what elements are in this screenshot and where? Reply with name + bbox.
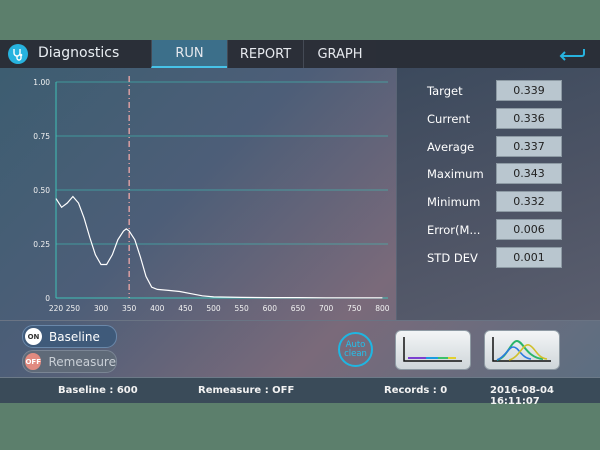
- stat-label-maximum: Maximum: [427, 167, 484, 181]
- stat-label-minimum: Minimum: [427, 195, 481, 209]
- x-tick-label: 650: [291, 304, 306, 313]
- stat-label-std-dev: STD DEV: [427, 251, 478, 265]
- status-baseline: Baseline : 600: [58, 385, 138, 396]
- stethoscope-icon: [8, 44, 28, 64]
- x-tick-label: 750: [347, 304, 362, 313]
- remeasure-toggle[interactable]: OFF Remeasure: [22, 350, 117, 373]
- y-tick-label: 1.00: [33, 78, 50, 87]
- spectrum-chart-svg: 1.00 0.75 0.50 0.25 0220 250 300 350 400 450 500 55…: [33, 76, 390, 313]
- x-tick-label: 220: [49, 304, 64, 313]
- status-remeasure: Remeasure : OFF: [198, 385, 295, 396]
- x-tick-label: 800: [375, 304, 390, 313]
- status-datetime: 2016-08-04 16:11:07: [490, 385, 554, 407]
- top-bar: Diagnostics RUN REPORT GRAPH: [0, 40, 600, 68]
- peak-thumb-icon: [492, 337, 551, 362]
- stat-value-minimum[interactable]: 0.332: [496, 191, 562, 212]
- x-tick-label: 700: [319, 304, 334, 313]
- status-bar: Baseline : 600 Remeasure : OFF Records :…: [0, 377, 600, 407]
- remeasure-toggle-label: Remeasure: [48, 354, 116, 369]
- x-tick-label: 550: [235, 304, 250, 313]
- stat-value-target[interactable]: 0.339: [496, 80, 562, 101]
- x-tick-label: 600: [263, 304, 278, 313]
- y-tick-label: 0.75: [33, 132, 50, 141]
- baseline-toggle-knob: ON: [25, 328, 42, 345]
- y-tick-label: 0.25: [33, 240, 50, 249]
- auto-clean-label-line2: clean: [344, 348, 367, 359]
- baseline-toggle[interactable]: ON Baseline: [22, 325, 117, 348]
- y-tick-label: 0: [45, 294, 50, 303]
- x-tick-label: 300: [94, 304, 109, 313]
- x-tick-label: 350: [122, 304, 137, 313]
- stat-label-error: Error(M...: [427, 223, 481, 237]
- x-tick-label: 400: [150, 304, 165, 313]
- x-tick-label: 250: [66, 304, 81, 313]
- y-tick-label: 0.50: [33, 186, 50, 195]
- tab-run[interactable]: RUN: [151, 40, 227, 68]
- control-bar: ON Baseline OFF Remeasure Auto clean: [0, 320, 600, 377]
- tab-run-label: RUN: [175, 45, 204, 61]
- remeasure-toggle-knob: OFF: [25, 353, 42, 370]
- tab-report-label: REPORT: [239, 46, 292, 62]
- baseline-toggle-label: Baseline: [49, 329, 100, 344]
- x-tick-label: 450: [178, 304, 193, 313]
- auto-clean-button[interactable]: Auto clean: [338, 332, 373, 367]
- back-arrow-icon[interactable]: [554, 44, 588, 64]
- stat-label-average: Average: [427, 140, 475, 154]
- status-records: Records : 0: [384, 385, 448, 396]
- spectrum-thumb-icon: [403, 337, 462, 362]
- app-title: Diagnostics: [38, 45, 120, 61]
- stat-value-average[interactable]: 0.337: [496, 136, 562, 157]
- stat-label-target: Target: [427, 84, 463, 98]
- tab-graph[interactable]: GRAPH: [303, 40, 376, 68]
- spectrum-view-button[interactable]: [395, 330, 471, 370]
- stat-value-error[interactable]: 0.006: [496, 219, 562, 240]
- tab-graph-label: GRAPH: [317, 46, 363, 62]
- x-tick-label: 500: [206, 304, 221, 313]
- tab-report[interactable]: REPORT: [227, 40, 303, 68]
- stat-value-std-dev[interactable]: 0.001: [496, 247, 562, 268]
- stat-value-current[interactable]: 0.336: [496, 108, 562, 129]
- stat-label-current: Current: [427, 112, 471, 126]
- spectrum-chart: 1.00 0.75 0.50 0.25 0 220 250 300 350 400 450 500 55…: [0, 68, 395, 320]
- stats-panel: Target 0.339 Current 0.336 Average 0.337…: [396, 68, 600, 320]
- peak-view-button[interactable]: [484, 330, 560, 370]
- stat-value-maximum[interactable]: 0.343: [496, 163, 562, 184]
- absorbance-series-line: [55, 195, 383, 299]
- app-screen: Diagnostics RUN REPORT GRAPH 1.00 0.75 0.5…: [0, 40, 600, 407]
